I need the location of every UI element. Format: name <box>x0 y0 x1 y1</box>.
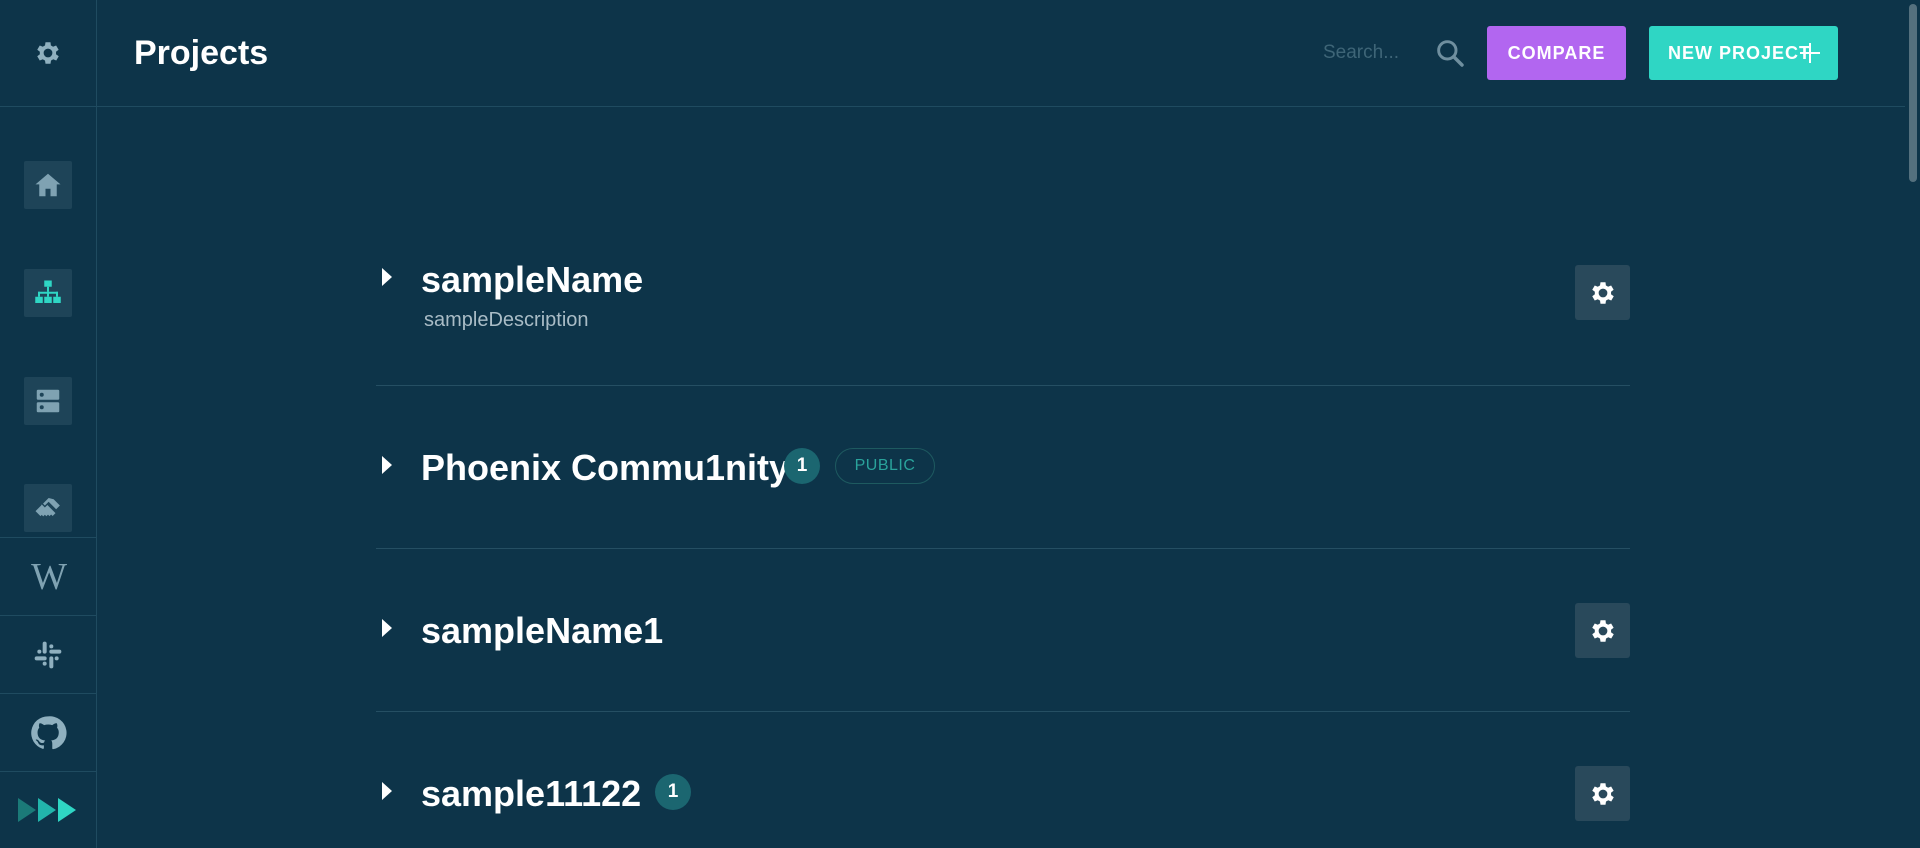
scrollbar-thumb[interactable] <box>1909 4 1917 182</box>
slack-icon <box>34 641 62 668</box>
home-icon <box>35 173 61 197</box>
project-name[interactable]: sampleName1 <box>421 609 663 653</box>
sidebar-link-forward[interactable] <box>0 771 96 848</box>
sidebar: W <box>0 0 97 848</box>
page-title: Projects <box>134 34 269 72</box>
expand-caret-icon[interactable] <box>382 268 392 286</box>
project-description: sampleDescription <box>424 309 589 331</box>
sidebar-link-slack[interactable] <box>0 615 96 693</box>
project-settings-button[interactable] <box>1575 603 1630 658</box>
project-row[interactable]: sampleName sampleDescription <box>376 240 1630 386</box>
expand-caret-icon[interactable] <box>382 456 392 474</box>
github-icon <box>31 715 67 749</box>
sidebar-item-collaboration[interactable] <box>24 484 72 532</box>
plus-icon <box>1800 43 1820 63</box>
wikipedia-icon: W <box>31 555 67 598</box>
sidebar-link-wiki[interactable]: W <box>0 537 96 615</box>
expand-caret-icon[interactable] <box>382 782 392 800</box>
gear-icon <box>1591 281 1614 304</box>
project-row[interactable]: Phoenix Commu1nity 1 PUBLIC <box>376 386 1630 549</box>
project-name[interactable]: sample11122 <box>421 772 641 816</box>
project-name[interactable]: Phoenix Commu1nity <box>421 446 789 490</box>
vertical-scrollbar[interactable] <box>1905 0 1920 848</box>
gear-icon <box>1591 782 1614 805</box>
sidebar-item-home[interactable] <box>24 161 72 209</box>
forward-icon <box>18 798 76 822</box>
compare-button[interactable]: COMPARE <box>1487 26 1626 80</box>
project-settings-button[interactable] <box>1575 265 1630 320</box>
project-row[interactable]: sampleName1 <box>376 549 1630 712</box>
gear-icon <box>37 42 59 64</box>
gear-icon <box>1591 619 1614 642</box>
search-icon[interactable] <box>1434 37 1466 69</box>
sidebar-settings-button[interactable] <box>0 0 96 107</box>
sidebar-item-resources[interactable] <box>24 377 72 425</box>
sidebar-link-github[interactable] <box>0 693 96 771</box>
server-icon <box>36 389 60 413</box>
new-project-label: NEW PROJECT <box>1668 42 1812 63</box>
visibility-badge: PUBLIC <box>835 448 935 484</box>
new-project-button[interactable]: NEW PROJECT <box>1649 26 1838 80</box>
count-badge: 1 <box>784 448 820 484</box>
expand-caret-icon[interactable] <box>382 619 392 637</box>
project-settings-button[interactable] <box>1575 766 1630 821</box>
project-row[interactable]: sample11122 1 <box>376 712 1630 848</box>
count-badge: 1 <box>655 774 691 810</box>
project-name[interactable]: sampleName <box>421 258 643 302</box>
header: Projects COMPARE NEW PROJECT <box>97 0 1905 107</box>
sidebar-item-projects[interactable] <box>24 269 72 317</box>
handshake-icon <box>35 498 60 517</box>
hierarchy-icon <box>35 280 61 303</box>
